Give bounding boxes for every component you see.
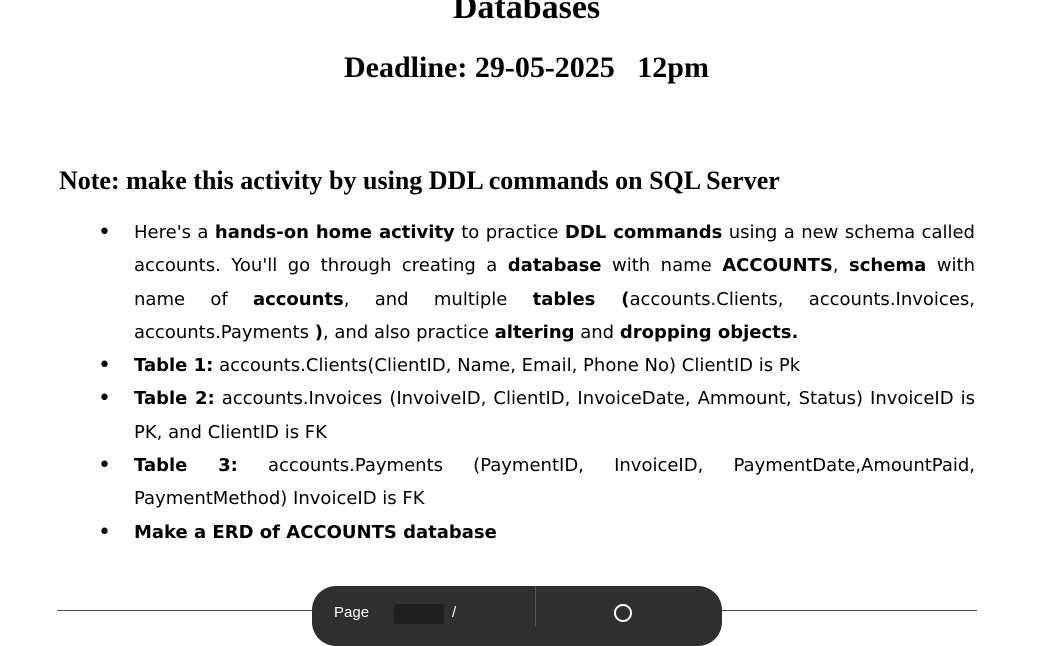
- toolbar-divider: [535, 586, 536, 626]
- body-text: with name: [601, 255, 723, 277]
- body-text: accounts.Clients(ClientID, Name, Email, …: [213, 355, 801, 377]
- body-text: ,: [832, 255, 850, 277]
- page-navigation-toolbar: Page /: [312, 586, 722, 646]
- bold-text: dropping objects.: [619, 321, 799, 343]
- bold-text: Table 1:: [134, 355, 214, 377]
- bold-text: schema: [849, 255, 927, 277]
- page-number-input[interactable]: [394, 604, 444, 624]
- deadline-heading: Deadline: 29-05-2025 12pm: [344, 51, 709, 84]
- bullet-item: Here's a hands-on home activity to pract…: [98, 216, 975, 349]
- bold-text: Table 2:: [134, 388, 215, 410]
- bold-text: ACCOUNTS: [722, 255, 833, 277]
- bullet-item: Table 3: accounts.Payments (PaymentID, I…: [98, 449, 976, 516]
- body-text: to practice: [454, 222, 565, 243]
- body-text: accounts.Invoices (InvoiveID, ClientID, …: [134, 388, 975, 443]
- bold-text: Make a ERD of ACCOUNTS database: [134, 521, 497, 543]
- document-title: Databases: [452, 0, 601, 26]
- bullet-item: Make a ERD of ACCOUNTS database: [98, 516, 975, 550]
- bold-text: altering: [494, 321, 575, 343]
- note-line: Note: make this activity by using DDL co…: [59, 166, 780, 195]
- bold-text: database: [507, 255, 602, 277]
- bold-text: DDL commands: [564, 222, 723, 243]
- body-text: accounts.Payments (PaymentID, InvoiceID,…: [134, 455, 976, 510]
- body-text: , and multiple: [343, 288, 533, 310]
- bold-text: ): [314, 321, 323, 343]
- body-text: , and also practice: [322, 321, 495, 343]
- bold-text: hands-on home activity: [214, 222, 455, 243]
- bullet-item: Table 2: accounts.Invoices (InvoiveID, C…: [98, 382, 975, 449]
- body-text: Here's a: [134, 222, 215, 243]
- bold-text: tables (: [532, 288, 630, 310]
- activity-bullet-list: Here's a hands-on home activity to pract…: [98, 216, 976, 550]
- bold-text: Table 3:: [134, 455, 238, 477]
- bold-text: accounts: [252, 288, 344, 310]
- bullet-item: Table 1: accounts.Clients(ClientID, Name…: [98, 349, 975, 383]
- body-text: and: [574, 321, 620, 343]
- zoom-icon[interactable]: [614, 604, 632, 622]
